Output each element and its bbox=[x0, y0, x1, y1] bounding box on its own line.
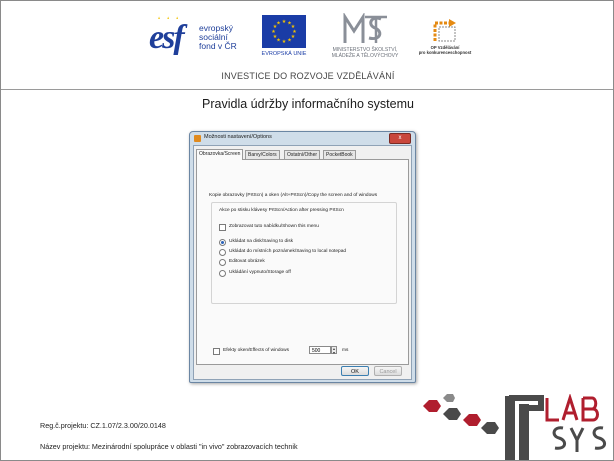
radio-edit-image-label: Editovat obrázek bbox=[229, 259, 265, 264]
dialog-title: Možnosti nastavení/Options bbox=[204, 134, 272, 140]
msmt-logo: MINISTERSTVO ŠKOLSTVÍ, MLÁDEŽE A TĚLOVÝC… bbox=[323, 13, 407, 59]
radio-storage-off[interactable] bbox=[219, 270, 226, 277]
effects-unit: ms bbox=[342, 348, 349, 353]
labsys-bars-icon bbox=[505, 395, 544, 460]
effects-label: Efekty oken/Effects of windows bbox=[223, 348, 290, 353]
radio-save-disk-label: Ukládat na disk/Saving to disk bbox=[229, 239, 293, 244]
footer-project-name: Název projektu: Mezinárodní spolupráce v… bbox=[40, 442, 298, 451]
tab-screen[interactable]: Obrazovka/Screen bbox=[196, 149, 244, 160]
op-logo: OP Vzdělávání pro konkurenceschopnost bbox=[417, 17, 473, 59]
action-label: Akce po stisku klávesy PrtScn/Action aft… bbox=[219, 208, 344, 213]
radio-save-disk[interactable] bbox=[219, 239, 226, 246]
radio-save-notepad-label: Ukládat do místních poznámek/Saving to l… bbox=[229, 249, 347, 254]
msmt-caption-2: MLÁDEŽE A TĚLOVÝCHOVY bbox=[331, 53, 399, 59]
investment-tagline: INVESTICE DO ROZVOJE VZDĚLÁVÁNÍ bbox=[221, 71, 395, 81]
tab-other[interactable]: Ostatní/Other bbox=[284, 150, 321, 159]
header-divider bbox=[1, 89, 613, 90]
radio-save-notepad[interactable] bbox=[219, 249, 226, 256]
svg-text:★: ★ bbox=[276, 21, 281, 27]
footer-registration: Reg.č.projektu: CZ.1.07/2.3.00/20.0148 bbox=[40, 421, 166, 430]
dialog-titlebar[interactable]: Možnosti nastavení/Options x bbox=[190, 132, 415, 145]
labsys-lettering-icon bbox=[545, 394, 606, 452]
tab-panel-screen: Kopie obrazovky (PrtScn) a oken (Alt+Prt… bbox=[196, 159, 409, 365]
svg-text:★: ★ bbox=[282, 19, 287, 25]
labsys-logo bbox=[423, 394, 606, 460]
app-icon bbox=[194, 135, 201, 142]
effects-input[interactable]: 500 bbox=[309, 346, 331, 354]
radio-edit-image[interactable] bbox=[219, 259, 226, 266]
ok-button[interactable]: OK bbox=[341, 366, 369, 376]
show-menu-label: Zobrazovat tuto nabídku/Shown this menu bbox=[229, 224, 319, 229]
eu-caption: EVROPSKÁ UNIE bbox=[261, 51, 307, 57]
copy-screen-label: Kopie obrazovky (PrtScn) a oken (Alt+Prt… bbox=[209, 193, 378, 198]
slide: ★★★ esf evropský sociální fond v ČR ★★★ … bbox=[0, 0, 614, 461]
esf-logo: ★★★ esf evropský sociální fond v ČR bbox=[149, 15, 249, 59]
slide-title: Pravidla údržby informačního systemu bbox=[202, 97, 414, 111]
esf-mark: esf bbox=[149, 19, 185, 56]
msmt-mark-icon bbox=[343, 13, 387, 43]
esf-line-3: fond v ČR bbox=[199, 41, 237, 51]
logo-band: ★★★ esf evropský sociální fond v ČR ★★★ … bbox=[149, 13, 471, 63]
show-menu-checkbox[interactable] bbox=[219, 224, 226, 231]
effects-spinner[interactable]: ▴ ▾ bbox=[331, 346, 337, 355]
eu-logo: ★ ★ ★ ★ ★ ★ ★ ★ ★ ★ ★ ★ EVROPSKÁ UNIE bbox=[253, 15, 315, 59]
svg-text:★: ★ bbox=[282, 39, 287, 45]
close-button[interactable]: x bbox=[389, 133, 411, 144]
dialog-client: Obrazovka/Screen Barvy/Colors Ostatní/Ot… bbox=[193, 145, 412, 380]
tab-pocketbook[interactable]: PocketBook bbox=[323, 150, 356, 159]
op-arrow-icon bbox=[433, 19, 456, 42]
labsys-hexagons-icon bbox=[423, 394, 499, 434]
effects-checkbox[interactable] bbox=[213, 348, 220, 355]
op-caption-2: pro konkurenceschopnost bbox=[418, 50, 472, 55]
radio-storage-off-label: Ukládání vypnuto/Storage off bbox=[229, 270, 291, 275]
cancel-button[interactable]: Cancel bbox=[374, 366, 402, 376]
svg-text:★: ★ bbox=[287, 38, 292, 44]
options-dialog: Možnosti nastavení/Options x Obrazovka/S… bbox=[189, 131, 416, 383]
eu-flag-icon: ★ ★ ★ ★ ★ ★ ★ ★ ★ ★ ★ ★ bbox=[262, 15, 306, 48]
tab-colors[interactable]: Barvy/Colors bbox=[245, 150, 280, 159]
